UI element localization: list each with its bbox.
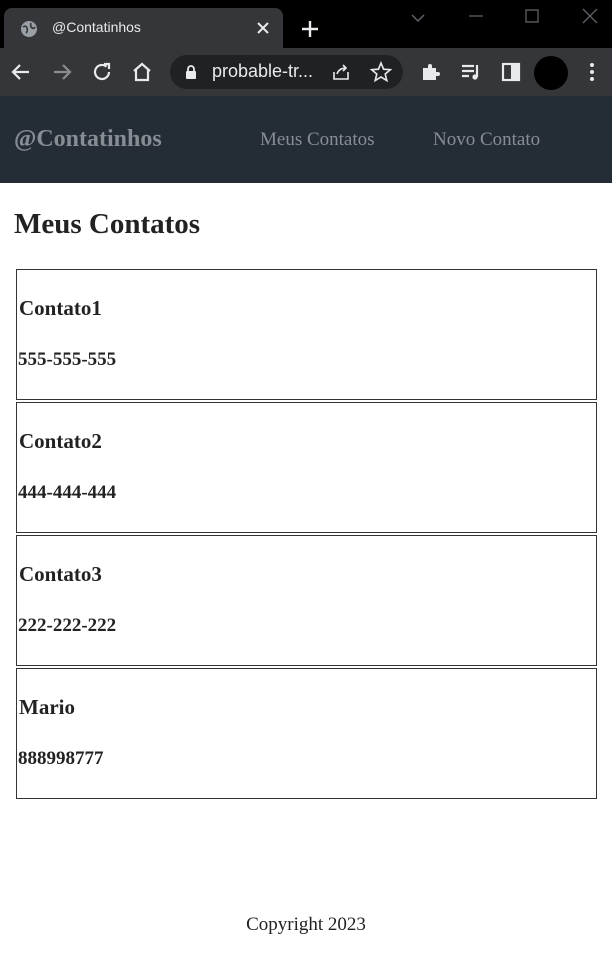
globe-icon [21, 21, 37, 37]
kebab-menu-icon[interactable] [580, 60, 604, 84]
plus-icon[interactable] [298, 17, 322, 41]
home-icon[interactable] [130, 60, 154, 84]
media-icon[interactable] [459, 60, 483, 84]
forward-arrow-icon[interactable] [50, 60, 74, 84]
browser-chrome: @Contatinhos probable-tr... [0, 0, 612, 96]
contact-phone: 888998777 [18, 748, 104, 769]
contact-phone: 555-555-555 [18, 349, 117, 370]
contact-card: Contato3 222-222-222 [16, 535, 597, 666]
star-icon[interactable] [370, 61, 392, 83]
contact-name: Contato2 [19, 429, 102, 453]
minimize-icon[interactable] [466, 8, 486, 28]
tab-strip: @Contatinhos [0, 0, 612, 48]
contact-card: Contato2 444-444-444 [16, 402, 597, 533]
contact-name: Contato1 [19, 296, 102, 320]
close-icon[interactable] [254, 19, 272, 37]
nav-link-novo-contato[interactable]: Novo Contato [433, 129, 540, 151]
contact-card: Contato1 555-555-555 [16, 269, 597, 400]
lock-icon[interactable] [184, 64, 198, 80]
avatar[interactable] [534, 56, 568, 90]
footer-copyright: Copyright 2023 [246, 914, 366, 935]
reload-icon[interactable] [90, 60, 114, 84]
maximize-icon[interactable] [522, 8, 542, 28]
page-title: Meus Contatos [14, 208, 201, 240]
contact-phone: 222-222-222 [18, 615, 117, 636]
share-icon[interactable] [330, 61, 352, 83]
contact-name: Mario [19, 695, 75, 719]
brand-logo[interactable]: @Contatinhos [14, 126, 162, 153]
sidebar-icon[interactable] [499, 60, 523, 84]
back-arrow-icon[interactable] [9, 60, 33, 84]
site-navbar: @Contatinhos Meus Contatos Novo Contato [0, 96, 612, 183]
window-close-icon[interactable] [580, 8, 600, 28]
contact-list: Contato1 555-555-555 Contato2 444-444-44… [16, 269, 597, 801]
address-bar[interactable]: probable-tr... [170, 55, 403, 89]
url-text[interactable]: probable-tr... [212, 61, 316, 82]
browser-toolbar: probable-tr... [0, 48, 612, 96]
chevron-down-icon[interactable] [408, 8, 428, 28]
contact-card: Mario 888998777 [16, 668, 597, 799]
contact-phone: 444-444-444 [18, 482, 117, 503]
contact-name: Contato3 [19, 562, 102, 586]
tab-title: @Contatinhos [52, 19, 141, 35]
puzzle-icon[interactable] [419, 60, 443, 84]
nav-link-meus-contatos[interactable]: Meus Contatos [260, 129, 375, 151]
browser-tab[interactable]: @Contatinhos [4, 8, 283, 48]
